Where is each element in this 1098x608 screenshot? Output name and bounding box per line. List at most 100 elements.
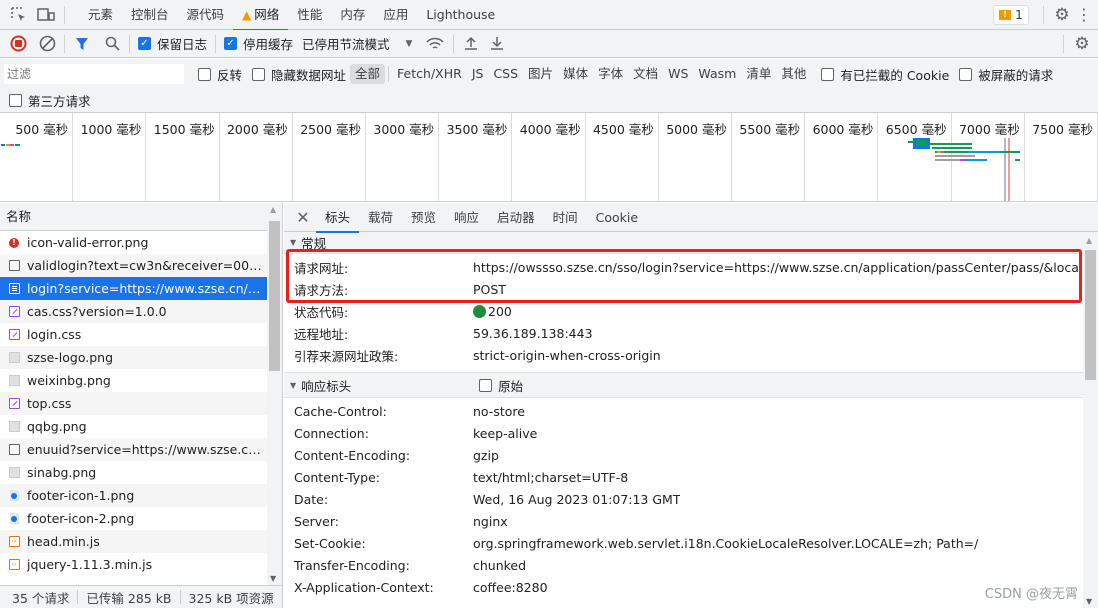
request-name: szse-logo.png [27,350,114,365]
devtools-tab[interactable]: 应用 [374,0,417,30]
devtools-tab[interactable]: ▲ 网络 [233,0,289,31]
devtools-tab[interactable]: 控制台 [122,0,178,30]
general-value[interactable]: 200 [473,304,512,319]
overview-bar [6,144,10,146]
devtools-tab[interactable]: 内存 [331,0,374,30]
overview-bar [930,143,972,145]
request-row[interactable]: login?service=https://www.szse.cn/app... [0,277,267,300]
filter-funnel-icon[interactable] [73,35,91,53]
response-headers-section-header[interactable]: ▼ 响应标头 原始 [284,372,1098,398]
devtools-tab[interactable]: 元素 [79,0,122,30]
network-overview-timeline[interactable]: 500 毫秒 1000 毫秒 1500 毫秒 2000 毫秒 2500 毫秒 3000 毫… [0,113,1098,202]
img-file-icon [8,467,20,479]
type-filter-11[interactable]: 其他 [776,64,811,84]
request-row[interactable]: footer-icon-1.png [0,484,267,507]
scroll-down-arrow-icon[interactable]: ▼ [270,574,276,583]
export-har-download-icon[interactable] [488,35,506,53]
header-value[interactable]: keep-alive [473,426,537,441]
scrollbar-thumb[interactable] [1085,250,1096,380]
blocked-requests-checkbox[interactable]: 被屏蔽的请求 [959,65,1053,84]
blocked-cookies-checkbox[interactable]: 有已拦截的 Cookie [821,65,949,84]
general-section-header[interactable]: ▼ 常规 [284,232,1098,254]
type-filter-6[interactable]: 字体 [593,64,628,84]
general-value[interactable]: https://owssso.szse.cn/sso/login?service… [473,260,1098,275]
issues-badge[interactable]: ! 1 [993,4,1029,25]
hide-data-urls-checkbox[interactable]: 隐藏数据网址 [252,65,346,84]
type-filter-8[interactable]: WS [663,64,693,84]
request-row[interactable]: sinabg.png [0,461,267,484]
header-value[interactable]: nginx [473,514,508,529]
scrollbar-thumb[interactable] [269,221,280,371]
request-row[interactable]: login.css [0,323,267,346]
request-row[interactable]: ‹› head.min.js [0,530,267,553]
network-settings-gear-icon[interactable]: ⚙ [1070,30,1094,58]
type-filter-5[interactable]: 媒体 [558,64,593,84]
header-value[interactable]: org.springframework.web.servlet.i18n.Coo… [473,536,978,551]
throttling-value: 已停用节流模式 [302,37,390,52]
request-row[interactable]: ‹› jquery-1.11.3.min.js [0,553,267,576]
details-tab[interactable]: Cookie [587,203,647,232]
request-row[interactable]: ! icon-valid-error.png [0,231,267,254]
disable-cache-checkbox[interactable]: ✓ 停用缓存 [224,34,293,53]
request-name: jquery-1.11.3.min.js [27,557,153,572]
network-conditions-wifi-icon[interactable] [425,35,445,53]
throttling-select[interactable]: 已停用节流模式 ▼ [302,34,412,53]
header-value[interactable]: gzip [473,448,499,463]
header-value[interactable]: Wed, 16 Aug 2023 01:07:13 GMT [473,492,680,507]
scroll-up-arrow-icon[interactable]: ▲ [1086,236,1092,245]
close-details-icon[interactable]: ✕ [290,203,316,232]
general-value[interactable]: 59.36.189.138:443 [473,326,593,341]
invert-checkbox[interactable]: 反转 [198,65,242,84]
details-scrollbar[interactable]: ▲ ▼ [1083,232,1098,608]
search-icon[interactable] [103,35,121,53]
type-filter-9[interactable]: Wasm [693,64,741,84]
details-tab[interactable]: 预览 [402,203,445,232]
device-toolbar-icon[interactable] [34,0,58,30]
type-filter-7[interactable]: 文档 [628,64,663,84]
type-filter-0[interactable]: 全部 [350,64,386,84]
devtools-tab[interactable]: 性能 [288,0,331,30]
clear-icon[interactable] [38,35,56,53]
request-row[interactable]: szse-logo.png [0,346,267,369]
general-value[interactable]: strict-origin-when-cross-origin [473,348,661,363]
type-filter-1[interactable]: Fetch/XHR [392,64,467,84]
details-tab[interactable]: 标头 [316,203,360,233]
scroll-down-arrow-icon[interactable]: ▼ [1086,597,1092,606]
details-tab[interactable]: 启动器 [488,203,544,232]
filter-input[interactable] [4,64,184,84]
header-value[interactable]: chunked [473,558,526,573]
record-stop-icon[interactable] [9,35,27,53]
settings-gear-icon[interactable]: ⚙ [1050,0,1074,30]
preserve-log-checkbox[interactable]: ✓ 保留日志 [138,34,207,53]
request-row[interactable]: weixinbg.png [0,369,267,392]
request-row[interactable]: enuuid?service=https://www.szse.cn/a... [0,438,267,461]
type-filter-10[interactable]: 清单 [741,64,776,84]
type-filter-2[interactable]: JS [467,64,489,84]
import-har-upload-icon[interactable] [462,35,480,53]
more-options-icon[interactable]: ⋮ [1074,0,1094,30]
request-name: validlogin?text=cw3n&receiver=00018... [27,258,267,273]
raw-headers-checkbox[interactable]: 原始 [479,376,523,395]
header-value[interactable]: no-store [473,404,525,419]
details-tab[interactable]: 载荷 [359,203,402,232]
general-value[interactable]: POST [473,282,506,297]
header-name: Transfer-Encoding: [294,557,410,573]
devtools-tab[interactable]: 源代码 [178,0,234,30]
request-row[interactable]: validlogin?text=cw3n&receiver=00018... [0,254,267,277]
request-row[interactable]: top.css [0,392,267,415]
type-filter-3[interactable]: CSS [488,64,523,84]
inspect-element-icon[interactable] [8,0,30,30]
details-tab[interactable]: 时间 [544,203,587,232]
request-row[interactable]: footer-icon-2.png [0,507,267,530]
details-tab[interactable]: 响应 [445,203,488,232]
request-list-scrollbar[interactable]: ▲ ▼ [267,203,282,585]
request-row[interactable]: qqbg.png [0,415,267,438]
type-filter-4[interactable]: 图片 [523,64,558,84]
header-value[interactable]: text/html;charset=UTF-8 [473,470,628,485]
header-value[interactable]: coffee:8280 [473,580,548,595]
scroll-up-arrow-icon[interactable]: ▲ [270,205,276,214]
devtools-tab[interactable]: Lighthouse [417,0,504,30]
request-row[interactable]: cas.css?version=1.0.0 [0,300,267,323]
name-column-header[interactable]: 名称 [0,203,267,231]
third-party-checkbox[interactable]: 第三方请求 [9,91,91,110]
